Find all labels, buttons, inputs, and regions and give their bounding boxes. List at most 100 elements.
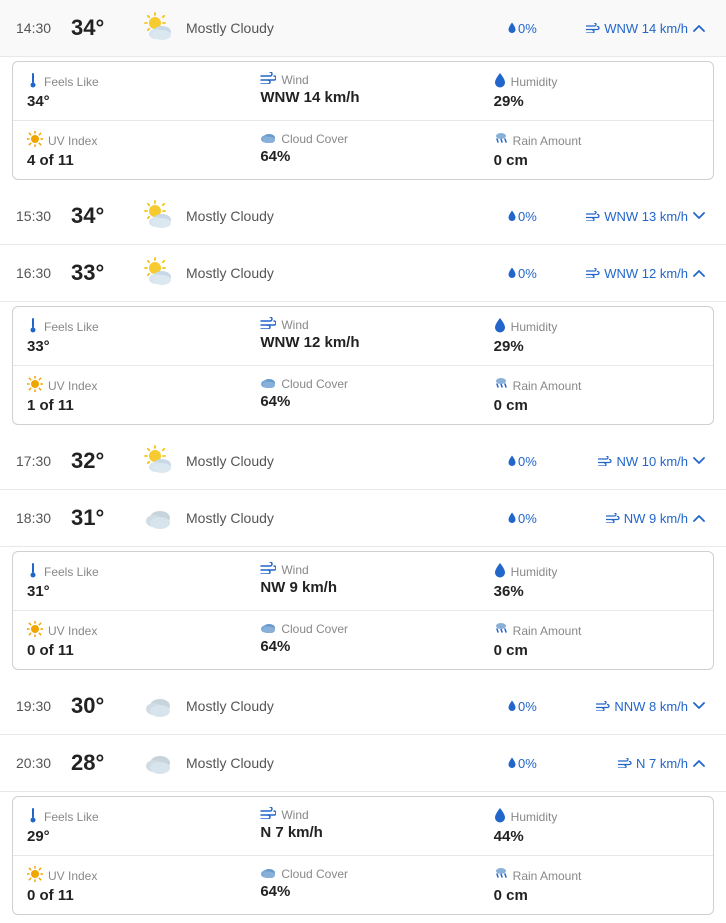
- rain-drop-icon: [508, 454, 516, 469]
- temperature: 32°: [71, 448, 136, 474]
- rain-drop-icon: [508, 209, 516, 224]
- expand-chevron[interactable]: [688, 514, 710, 522]
- rain-amount-cell: Rain Amount 0 cm: [480, 121, 713, 179]
- cloud-cover-value: 64%: [260, 638, 465, 655]
- detail-panel: Feels Like 33° Wind WNW 12 km/h: [12, 306, 714, 425]
- humidity-value: 36%: [494, 583, 699, 600]
- cloud-cover-label: Cloud Cover: [260, 376, 465, 391]
- cloud-cover-cell: Cloud Cover 64%: [246, 121, 479, 179]
- detail-panel: Feels Like 29° Wind N 7 km/h: [12, 796, 714, 915]
- cloud-sm-icon: [260, 131, 276, 146]
- rain-percent: 0%: [508, 266, 568, 281]
- drop-icon: [494, 72, 506, 91]
- rain-percent: 0%: [508, 209, 568, 224]
- uv-cell: UV Index 4 of 11: [13, 121, 246, 179]
- detail-row-top: Feels Like 34° Wind WNW 14 km/h: [13, 62, 713, 121]
- rain-drop-icon: [508, 756, 516, 771]
- wind-label: Wind: [260, 807, 465, 822]
- rain-percent: 0%: [508, 511, 568, 526]
- rain-sm-icon: [494, 376, 508, 395]
- wind-info: WNW 13 km/h: [568, 209, 688, 224]
- rain-sm-icon: [494, 131, 508, 150]
- feels-like-label: Feels Like: [27, 562, 232, 581]
- rain-amount-label: Rain Amount: [494, 866, 699, 885]
- temperature: 30°: [71, 693, 136, 719]
- time-label: 15:30: [16, 208, 71, 224]
- weather-icon: [136, 198, 182, 234]
- wind-info: NNW 8 km/h: [568, 699, 688, 714]
- uv-value: 4 of 11: [27, 152, 232, 169]
- humidity-value: 29%: [494, 93, 699, 110]
- condition-label: Mostly Cloudy: [182, 453, 508, 469]
- rain-amount-label: Rain Amount: [494, 621, 699, 640]
- uv-label: UV Index: [27, 866, 232, 885]
- weather-row[interactable]: 16:30 33° Mostly Cloudy 0% WNW 12 km/h: [0, 245, 726, 302]
- uv-icon: [27, 866, 43, 885]
- cloud-cover-cell: Cloud Cover 64%: [246, 856, 479, 914]
- wind-cell: Wind N 7 km/h: [246, 797, 479, 855]
- condition-label: Mostly Cloudy: [182, 698, 508, 714]
- wind-info: WNW 14 km/h: [568, 21, 688, 36]
- expand-chevron[interactable]: [688, 457, 710, 465]
- weather-icon: [136, 745, 182, 781]
- condition-label: Mostly Cloudy: [182, 755, 508, 771]
- temperature: 33°: [71, 260, 136, 286]
- wind-detail-icon: [260, 72, 276, 87]
- expand-chevron[interactable]: [688, 759, 710, 767]
- thermometer-icon: [27, 807, 39, 826]
- thermometer-icon: [27, 72, 39, 91]
- drop-icon: [494, 562, 506, 581]
- rain-amount-value: 0 cm: [494, 152, 699, 169]
- wind-value: NW 9 km/h: [260, 579, 465, 596]
- thermometer-icon: [27, 562, 39, 581]
- expand-chevron[interactable]: [688, 269, 710, 277]
- weather-row[interactable]: 18:30 31° Mostly Cloudy 0% NW 9 km/h: [0, 490, 726, 547]
- feels-like-label: Feels Like: [27, 807, 232, 826]
- humidity-cell: Humidity 44%: [480, 797, 713, 855]
- rain-drop-icon: [508, 699, 516, 714]
- uv-label: UV Index: [27, 621, 232, 640]
- cloud-cover-value: 64%: [260, 148, 465, 165]
- weather-row[interactable]: 17:30 32° Mostly Cloudy 0% NW 10 km/h: [0, 433, 726, 490]
- weather-row[interactable]: 20:30 28° Mostly Cloudy 0% N 7 km/h: [0, 735, 726, 792]
- wind-icon: [586, 266, 600, 281]
- feels-like-value: 33°: [27, 338, 232, 355]
- rain-percent: 0%: [508, 21, 568, 36]
- rain-percent: 0%: [508, 756, 568, 771]
- condition-label: Mostly Cloudy: [182, 20, 508, 36]
- condition-label: Mostly Cloudy: [182, 265, 508, 281]
- feels-like-cell: Feels Like 31°: [13, 552, 246, 610]
- rain-amount-value: 0 cm: [494, 642, 699, 659]
- humidity-label: Humidity: [494, 317, 699, 336]
- weather-icon: [136, 255, 182, 291]
- weather-row[interactable]: 15:30 34° Mostly Cloudy 0% WNW 13 km/h: [0, 188, 726, 245]
- time-label: 16:30: [16, 265, 71, 281]
- weather-row[interactable]: 19:30 30° Mostly Cloudy 0% NNW 8 km/h: [0, 678, 726, 735]
- rain-percent: 0%: [508, 699, 568, 714]
- feels-like-value: 29°: [27, 828, 232, 845]
- wind-icon: [606, 511, 620, 526]
- wind-info: NW 9 km/h: [568, 511, 688, 526]
- time-label: 18:30: [16, 510, 71, 526]
- temperature: 31°: [71, 505, 136, 531]
- expand-chevron[interactable]: [688, 702, 710, 710]
- time-label: 14:30: [16, 20, 71, 36]
- uv-value: 1 of 11: [27, 397, 232, 414]
- wind-icon: [596, 699, 610, 714]
- rain-drop-icon: [508, 266, 516, 281]
- wind-label: Wind: [260, 317, 465, 332]
- weather-row[interactable]: 14:30 34° Mostly Cloudy 0% WNW 14 km/h: [0, 0, 726, 57]
- wind-cell: Wind NW 9 km/h: [246, 552, 479, 610]
- detail-row-top: Feels Like 33° Wind WNW 12 km/h: [13, 307, 713, 366]
- weather-icon: [136, 443, 182, 479]
- humidity-cell: Humidity 29%: [480, 307, 713, 365]
- uv-cell: UV Index 0 of 11: [13, 856, 246, 914]
- cloud-cover-value: 64%: [260, 393, 465, 410]
- expand-chevron[interactable]: [688, 24, 710, 32]
- rain-amount-cell: Rain Amount 0 cm: [480, 856, 713, 914]
- detail-panel: Feels Like 31° Wind NW 9 km/h: [12, 551, 714, 670]
- weather-icon: [136, 10, 182, 46]
- expand-chevron[interactable]: [688, 212, 710, 220]
- detail-panel: Feels Like 34° Wind WNW 14 km/h: [12, 61, 714, 180]
- wind-info: WNW 12 km/h: [568, 266, 688, 281]
